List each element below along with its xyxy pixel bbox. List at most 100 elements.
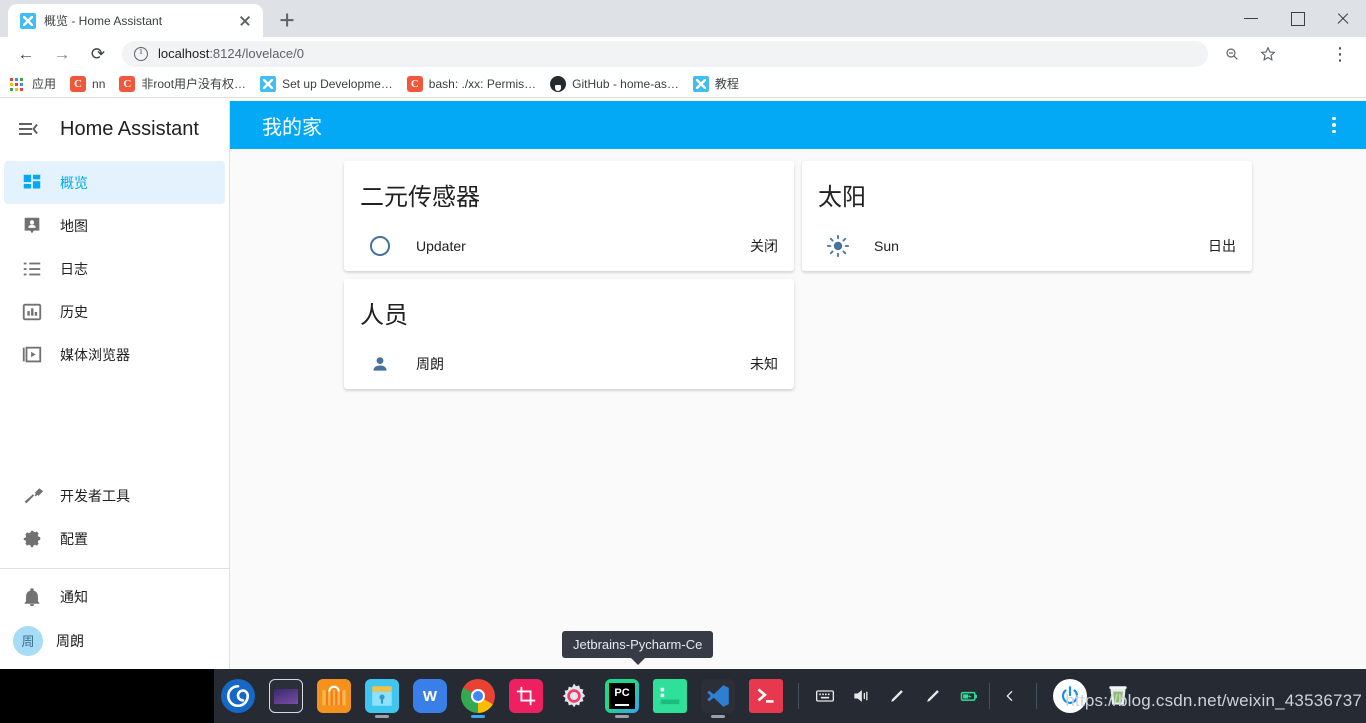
sidebar-item-history[interactable]: 历史 bbox=[4, 290, 225, 333]
keyboard-icon[interactable] bbox=[807, 669, 843, 723]
site-info-icon[interactable] bbox=[134, 46, 148, 61]
toolbar-right-actions: ⋮ bbox=[1214, 39, 1358, 69]
vscode-icon[interactable] bbox=[694, 669, 742, 723]
bookmark-github[interactable]: GitHub - home-as… bbox=[550, 75, 679, 92]
settings-gear-icon[interactable] bbox=[550, 669, 598, 723]
store-glyph bbox=[317, 679, 351, 713]
display-monitor-icon[interactable] bbox=[262, 669, 310, 723]
star-glyph bbox=[1260, 46, 1276, 61]
screenshot-glyph bbox=[509, 679, 543, 713]
sidebar-item-label: 概览 bbox=[60, 174, 88, 191]
star-icon[interactable] bbox=[1253, 39, 1283, 69]
person-icon[interactable] bbox=[360, 352, 400, 376]
minimize-button[interactable] bbox=[1228, 0, 1274, 37]
sidebar-item-overview[interactable]: 概览 bbox=[4, 161, 225, 204]
zoom-out-icon[interactable] bbox=[1217, 39, 1247, 69]
system-tray bbox=[807, 669, 1028, 723]
address-bar[interactable]: localhost:8124/lovelace/0 bbox=[122, 40, 1208, 67]
sidebar-item-label: 地图 bbox=[60, 217, 88, 234]
profile-button[interactable] bbox=[1289, 39, 1319, 69]
brightness-pen-2-icon[interactable] bbox=[915, 669, 951, 723]
terminal-green-glyph bbox=[653, 679, 687, 713]
battery-icon[interactable] bbox=[951, 669, 987, 723]
logbook-list-icon bbox=[12, 257, 52, 281]
card-binary-sensor: 二元传感器 Updater 关闭 bbox=[344, 161, 794, 271]
three-dot-menu-icon: ⋮ bbox=[1331, 43, 1349, 64]
sidebar-nav: 概览 地图 日志 历史 媒体浏览器 bbox=[0, 157, 229, 474]
card-title: 二元传感器 bbox=[360, 184, 480, 211]
terminal-red-icon[interactable] bbox=[742, 669, 790, 723]
browser-tab[interactable]: 概览 - Home Assistant bbox=[8, 4, 263, 37]
reload-icon: ⟳ bbox=[90, 44, 106, 63]
entity-state[interactable]: 未知 bbox=[750, 354, 778, 374]
close-icon[interactable] bbox=[235, 11, 255, 31]
bookmark-label: 应用 bbox=[32, 77, 57, 91]
terminal-green-icon[interactable] bbox=[646, 669, 694, 723]
maximize-button[interactable] bbox=[1274, 0, 1320, 37]
tab-strip: 概览 - Home Assistant bbox=[0, 0, 1366, 37]
sun-icon[interactable] bbox=[818, 234, 858, 258]
url-host: localhost bbox=[158, 46, 210, 61]
bookmark-nn[interactable]: C nn bbox=[70, 75, 105, 92]
bookmark-bash-perm[interactable]: C bash: ./xx: Permis… bbox=[406, 75, 537, 92]
gear-icon bbox=[12, 527, 52, 551]
menu-collapse-glyph bbox=[19, 123, 38, 135]
entity-name: Sun bbox=[874, 238, 899, 254]
chrome-menu-button[interactable]: ⋮ bbox=[1325, 39, 1355, 69]
google-chrome-icon[interactable] bbox=[454, 669, 502, 723]
monitor-glyph bbox=[269, 679, 303, 713]
volume-icon[interactable] bbox=[843, 669, 879, 723]
card-sun: 太阳 Sun 日出 bbox=[802, 161, 1252, 271]
apps-grid-icon bbox=[10, 76, 26, 92]
sidebar-item-configuration[interactable]: 配置 bbox=[4, 517, 225, 560]
entity-row[interactable]: 周朗 未知 bbox=[360, 344, 778, 384]
entity-state[interactable]: 关闭 bbox=[750, 236, 778, 256]
file-manager-glyph bbox=[365, 679, 399, 713]
bookmark-label: 教程 bbox=[714, 77, 739, 91]
history-chart-icon bbox=[12, 300, 52, 324]
bookmark-setup-dev[interactable]: Set up Developme… bbox=[260, 75, 393, 92]
menu-collapse-icon[interactable] bbox=[8, 109, 48, 149]
bookmark-nonroot[interactable]: C 非root用户没有权… bbox=[119, 75, 246, 92]
app-header-bar: 我的家 bbox=[230, 101, 1366, 149]
pycharm-ce-icon[interactable]: PC bbox=[598, 669, 646, 723]
bookmark-label: bash: ./xx: Permis… bbox=[428, 76, 537, 91]
sidebar-item-label: 开发者工具 bbox=[60, 487, 130, 504]
bookmark-apps[interactable]: 应用 bbox=[10, 75, 56, 92]
entity-row[interactable]: Updater 关闭 bbox=[360, 226, 778, 266]
sidebar-item-logbook[interactable]: 日志 bbox=[4, 247, 225, 290]
bookmark-label: 非root用户没有权… bbox=[141, 77, 247, 91]
forward-button[interactable]: → bbox=[47, 39, 77, 69]
bookmark-label: Set up Developme… bbox=[282, 76, 393, 91]
app-store-icon[interactable] bbox=[310, 669, 358, 723]
overflow-menu-button[interactable] bbox=[1314, 105, 1354, 145]
deepin-launcher-icon[interactable] bbox=[214, 669, 262, 723]
three-dot-menu-icon bbox=[1332, 116, 1336, 134]
home-assistant-icon bbox=[260, 75, 277, 92]
sidebar-item-media-browser[interactable]: 媒体浏览器 bbox=[4, 333, 225, 376]
avatar: 周 bbox=[13, 625, 43, 656]
sidebar-item-map[interactable]: 地图 bbox=[4, 204, 225, 247]
chrome-browser-window: 概览 - Home Assistant ← → ⟳ localhost:8124… bbox=[0, 0, 1366, 723]
binary-sensor-circle-icon[interactable] bbox=[360, 234, 400, 258]
sidebar-bottom: 开发者工具 配置 通知 周 周朗 bbox=[0, 474, 229, 669]
close-window-button[interactable] bbox=[1320, 0, 1366, 37]
sidebar-item-developer-tools[interactable]: 开发者工具 bbox=[4, 474, 225, 517]
entity-row[interactable]: Sun 日出 bbox=[818, 226, 1236, 266]
reload-button[interactable]: ⟳ bbox=[83, 39, 113, 69]
screenshot-tool-icon[interactable] bbox=[502, 669, 550, 723]
wps-glyph: W bbox=[413, 679, 447, 713]
file-manager-icon[interactable] bbox=[358, 669, 406, 723]
zoom-out-glyph bbox=[1226, 47, 1238, 60]
tray-expand-chevron-icon[interactable] bbox=[992, 669, 1028, 723]
avatar-wrap: 周 bbox=[8, 625, 48, 656]
bookmark-tutorial[interactable]: 教程 bbox=[692, 75, 739, 92]
terminal-red-glyph bbox=[749, 679, 783, 713]
brightness-pen-icon[interactable] bbox=[879, 669, 915, 723]
entity-state[interactable]: 日出 bbox=[1208, 236, 1236, 256]
wps-office-icon[interactable]: W bbox=[406, 669, 454, 723]
sidebar-item-user[interactable]: 周 周朗 bbox=[0, 618, 229, 663]
back-button[interactable]: ← bbox=[11, 39, 41, 69]
sidebar-item-notifications[interactable]: 通知 bbox=[4, 575, 225, 618]
new-tab-button[interactable] bbox=[273, 6, 301, 34]
